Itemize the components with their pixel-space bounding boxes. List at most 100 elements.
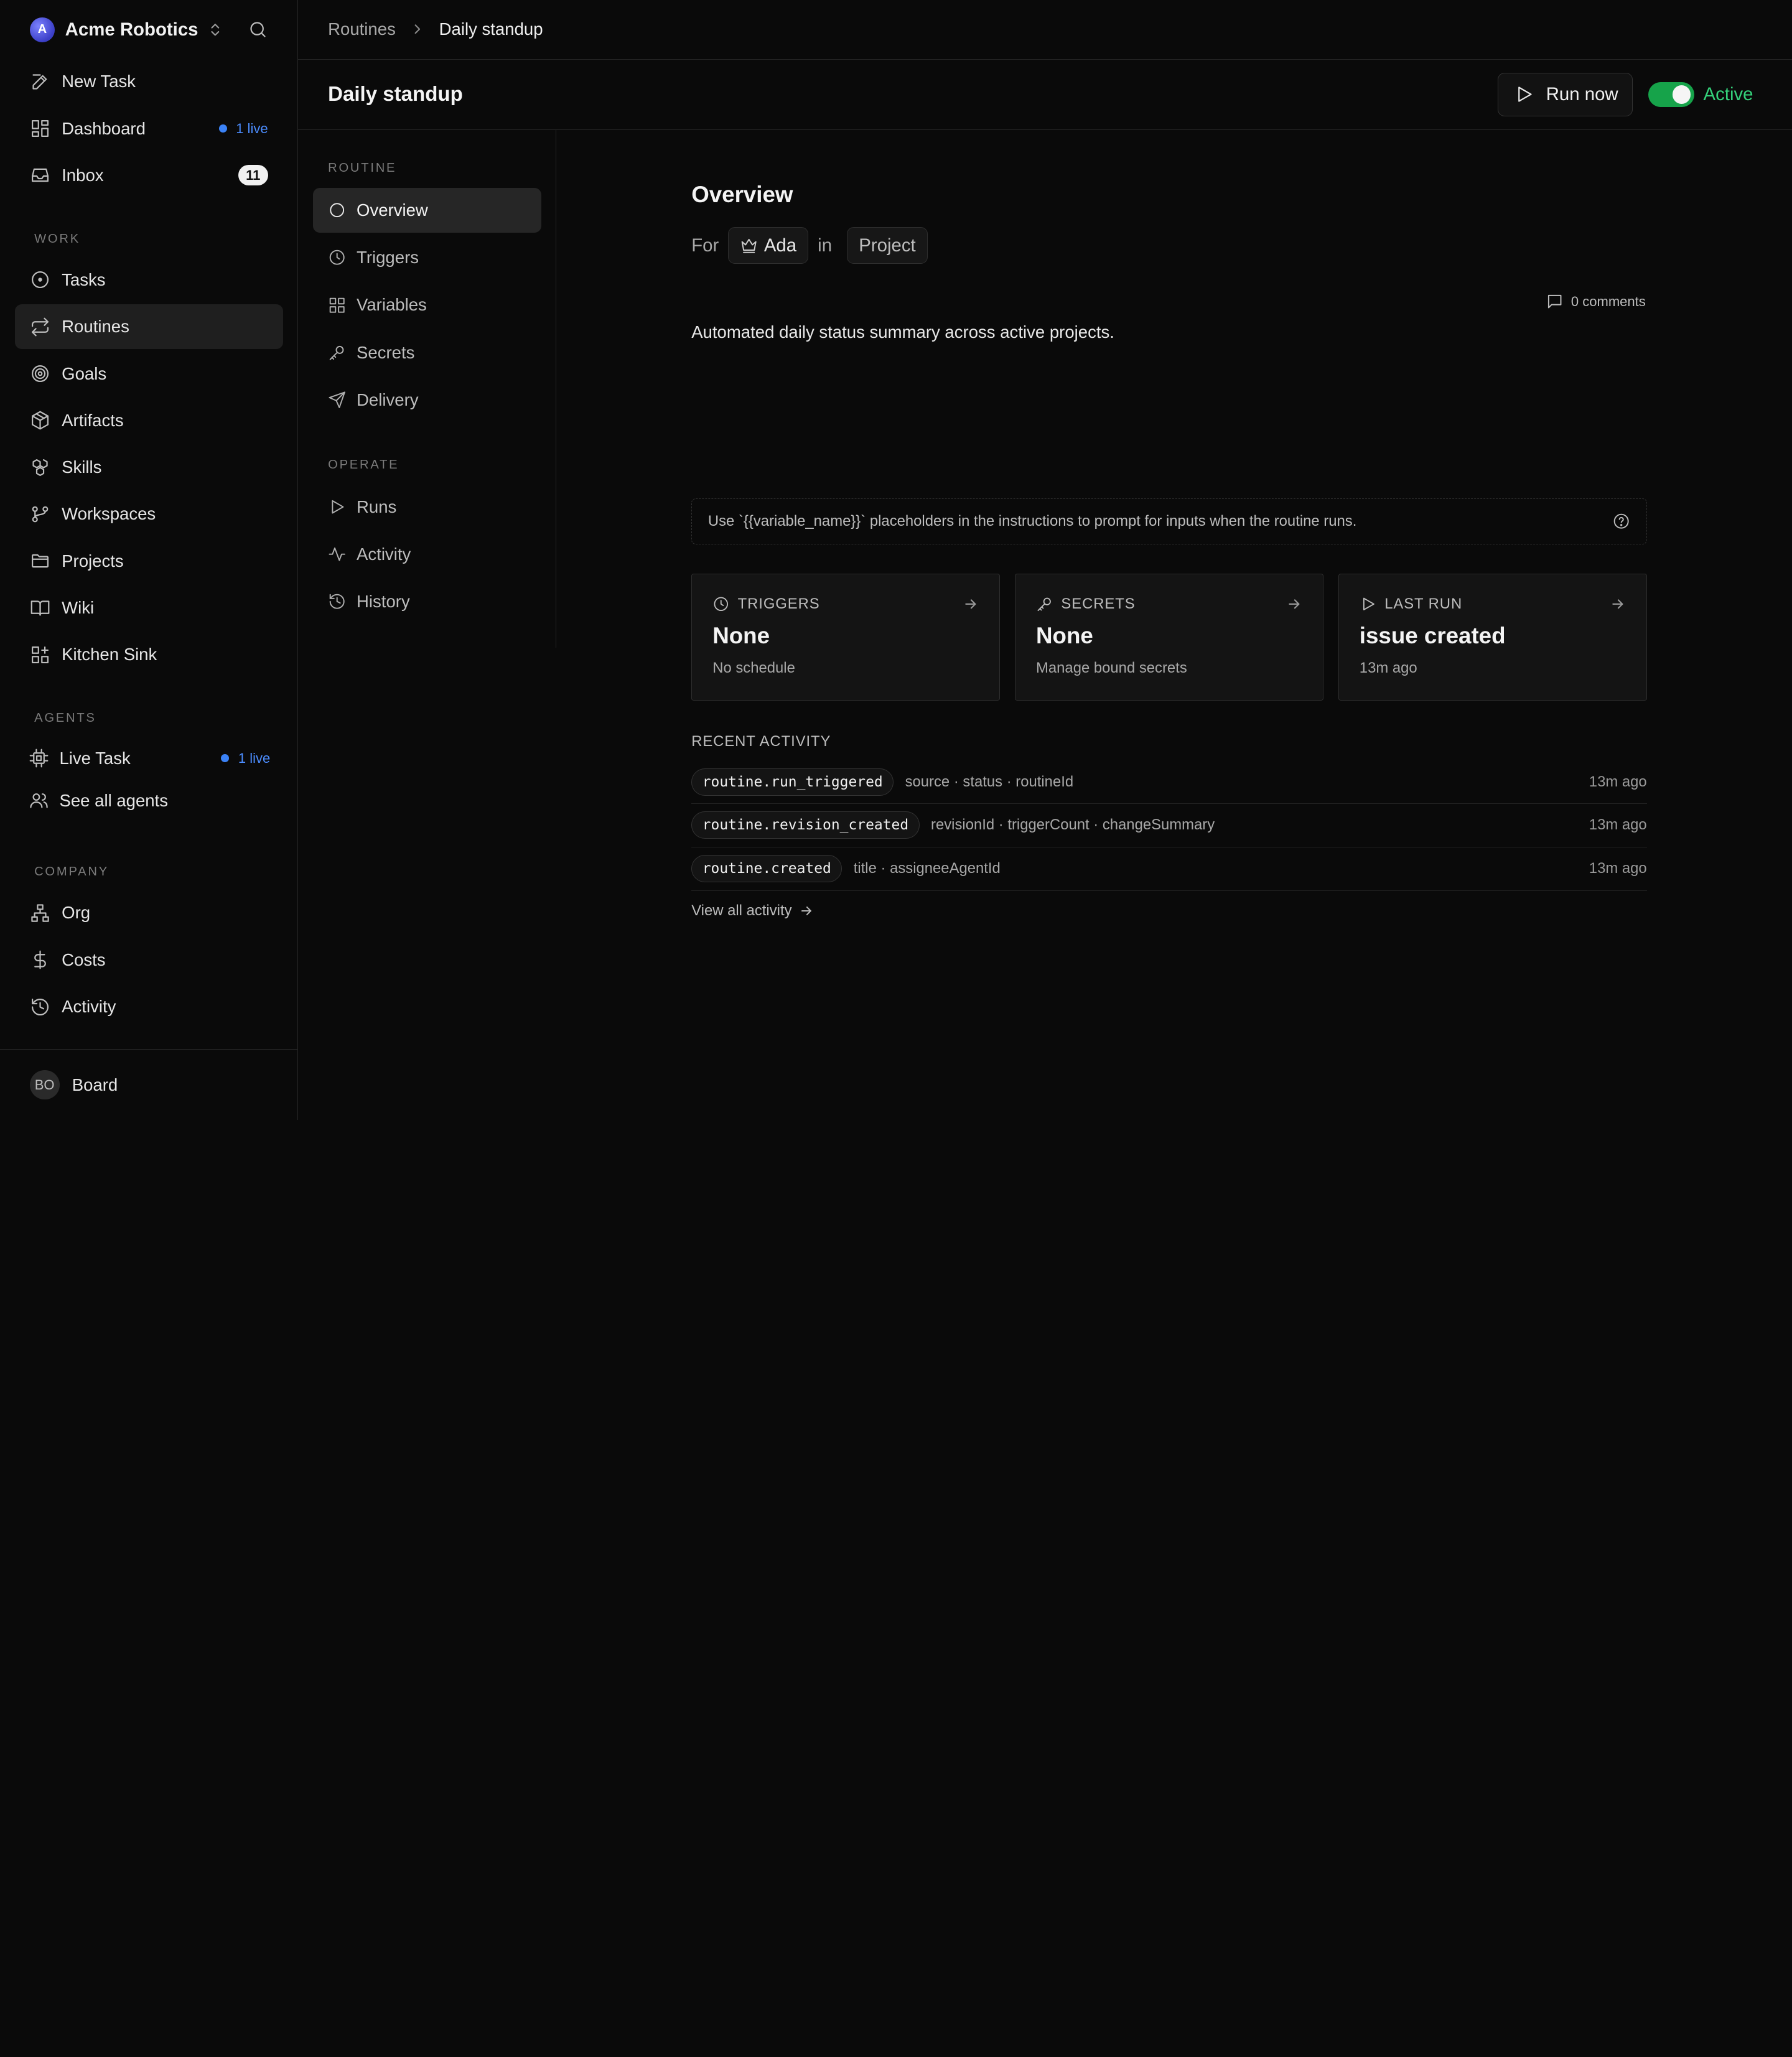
nav-label: Live Task bbox=[59, 748, 131, 768]
activity-row[interactable]: routine.run_triggered source · status · … bbox=[691, 760, 1647, 805]
nav-wiki[interactable]: Wiki bbox=[15, 585, 283, 630]
inbox-count-badge: 11 bbox=[238, 165, 268, 186]
circle-dot-icon bbox=[30, 269, 50, 290]
live-badge: 1 live bbox=[221, 750, 270, 767]
in-label: in bbox=[818, 235, 833, 256]
secrets-card[interactable]: SECRETS None Manage bound secrets bbox=[1014, 574, 1323, 701]
users-icon bbox=[29, 790, 49, 811]
tab-history[interactable]: History bbox=[313, 579, 541, 624]
send-icon bbox=[328, 391, 346, 409]
dashboard-icon bbox=[328, 296, 346, 314]
card-subtext: Manage bound secrets bbox=[1036, 659, 1187, 676]
tab-triggers[interactable]: Triggers bbox=[313, 235, 541, 280]
nav-label: Skills bbox=[62, 457, 102, 477]
nav-label: Tasks bbox=[62, 269, 106, 289]
nav-label: Projects bbox=[62, 551, 124, 571]
section-label-agents: AGENTS bbox=[34, 711, 96, 725]
org-icon bbox=[30, 903, 50, 923]
nav-label: Activity bbox=[62, 997, 116, 1017]
live-count: 1 live bbox=[238, 750, 271, 766]
view-all-activity-link[interactable]: View all activity bbox=[691, 902, 1648, 920]
card-value: None bbox=[1036, 623, 1093, 649]
routine-description[interactable]: Automated daily status summary across ac… bbox=[691, 322, 1648, 342]
tab-overview[interactable]: Overview bbox=[313, 188, 541, 233]
event-name-pill: routine.created bbox=[691, 855, 842, 883]
clock-icon bbox=[712, 595, 730, 613]
comments-link[interactable]: 0 comments bbox=[691, 292, 1646, 310]
nav-dashboard[interactable]: Dashboard 1 live bbox=[15, 106, 283, 151]
breadcrumb: Routines Daily standup bbox=[298, 0, 1792, 60]
run-now-button[interactable]: Run now bbox=[1497, 73, 1633, 116]
card-label: TRIGGERS bbox=[737, 595, 820, 612]
nav-projects[interactable]: Projects bbox=[15, 539, 283, 584]
nav-tasks[interactable]: Tasks bbox=[15, 258, 283, 302]
nav-skills[interactable]: Skills bbox=[15, 445, 283, 490]
nav-goals[interactable]: Goals bbox=[15, 352, 283, 396]
live-dot bbox=[221, 754, 230, 763]
activity-row[interactable]: routine.revision_created revisionId · tr… bbox=[691, 804, 1647, 847]
tab-variables[interactable]: Variables bbox=[313, 283, 541, 328]
assignment-row: For Ada in Project bbox=[691, 227, 1648, 264]
avatar: BO bbox=[29, 1070, 60, 1100]
crown-icon bbox=[740, 236, 758, 254]
tab-label: History bbox=[357, 591, 410, 611]
nav-label: Inbox bbox=[62, 165, 104, 185]
live-count: 1 live bbox=[236, 120, 268, 136]
play-icon bbox=[1360, 595, 1377, 613]
nav-live-task[interactable]: Live Task 1 live bbox=[0, 737, 297, 780]
nav-label: Artifacts bbox=[62, 410, 124, 430]
nav-workspaces[interactable]: Workspaces bbox=[15, 492, 283, 537]
grid-plus-icon bbox=[30, 645, 50, 665]
card-value: issue created bbox=[1359, 623, 1506, 649]
arrow-right-icon bbox=[963, 596, 979, 612]
nav-org[interactable]: Org bbox=[15, 891, 283, 936]
tab-secrets[interactable]: Secrets bbox=[313, 330, 541, 375]
key-icon bbox=[328, 343, 346, 361]
project-chip[interactable]: Project bbox=[846, 227, 928, 264]
nav-activity[interactable]: Activity bbox=[15, 984, 283, 1029]
tab-label: Activity bbox=[357, 544, 411, 564]
nav-inbox[interactable]: Inbox 11 bbox=[15, 153, 283, 198]
last-run-card[interactable]: LAST RUN issue created 13m ago bbox=[1338, 574, 1647, 701]
tab-delivery[interactable]: Delivery bbox=[313, 378, 541, 422]
routine-subnav: ROUTINE Overview Triggers Variables Secr… bbox=[298, 130, 557, 648]
section-label-operate: OPERATE bbox=[328, 457, 399, 472]
card-subtext: 13m ago bbox=[1359, 659, 1417, 676]
variables-hint: Use `{{variable_name}}` placeholders in … bbox=[691, 498, 1647, 544]
search-icon[interactable] bbox=[248, 19, 268, 40]
run-now-label: Run now bbox=[1546, 83, 1618, 105]
nav-costs[interactable]: Costs bbox=[15, 938, 283, 982]
nav-see-all-agents[interactable]: See all agents bbox=[0, 780, 297, 822]
dollar-icon bbox=[30, 949, 50, 970]
help-circle-icon[interactable] bbox=[1612, 512, 1630, 530]
nav-artifacts[interactable]: Artifacts bbox=[15, 398, 283, 443]
circle-icon bbox=[328, 201, 346, 219]
book-icon bbox=[30, 598, 50, 618]
breadcrumb-routines-link[interactable]: Routines bbox=[328, 19, 396, 39]
page-body: ROUTINE Overview Triggers Variables Secr… bbox=[298, 130, 1792, 1120]
triggers-card[interactable]: TRIGGERS None No schedule bbox=[691, 574, 1001, 701]
active-status-label: Active bbox=[1703, 83, 1753, 105]
company-nav: Org Costs Activity bbox=[0, 891, 297, 1029]
nav-kitchen-sink[interactable]: Kitchen Sink bbox=[15, 633, 283, 678]
page-header: Daily standup Run now Active bbox=[298, 60, 1792, 131]
active-toggle[interactable] bbox=[1648, 82, 1694, 108]
nav-routines[interactable]: Routines bbox=[14, 304, 283, 350]
activity-row[interactable]: routine.created title · assigneeAgentId … bbox=[691, 847, 1647, 891]
workspace-switcher[interactable]: A Acme Robotics bbox=[0, 0, 297, 60]
breadcrumb-current: Daily standup bbox=[439, 19, 543, 39]
view-all-label: View all activity bbox=[691, 902, 792, 919]
arrow-right-icon bbox=[799, 903, 814, 918]
cpu-icon bbox=[29, 748, 49, 768]
event-time: 13m ago bbox=[1589, 773, 1647, 790]
nav-new-task[interactable]: New Task bbox=[15, 60, 283, 105]
page-title: Daily standup bbox=[328, 82, 463, 106]
tab-label: Runs bbox=[357, 497, 397, 516]
tab-activity[interactable]: Activity bbox=[313, 532, 541, 577]
tab-runs[interactable]: Runs bbox=[313, 485, 541, 529]
assignee-chip[interactable]: Ada bbox=[727, 227, 809, 264]
chevrons-up-down-icon[interactable] bbox=[207, 22, 223, 38]
tab-label: Secrets bbox=[357, 342, 415, 362]
user-menu[interactable]: BO Board bbox=[0, 1049, 298, 1120]
card-header: TRIGGERS bbox=[712, 595, 979, 613]
